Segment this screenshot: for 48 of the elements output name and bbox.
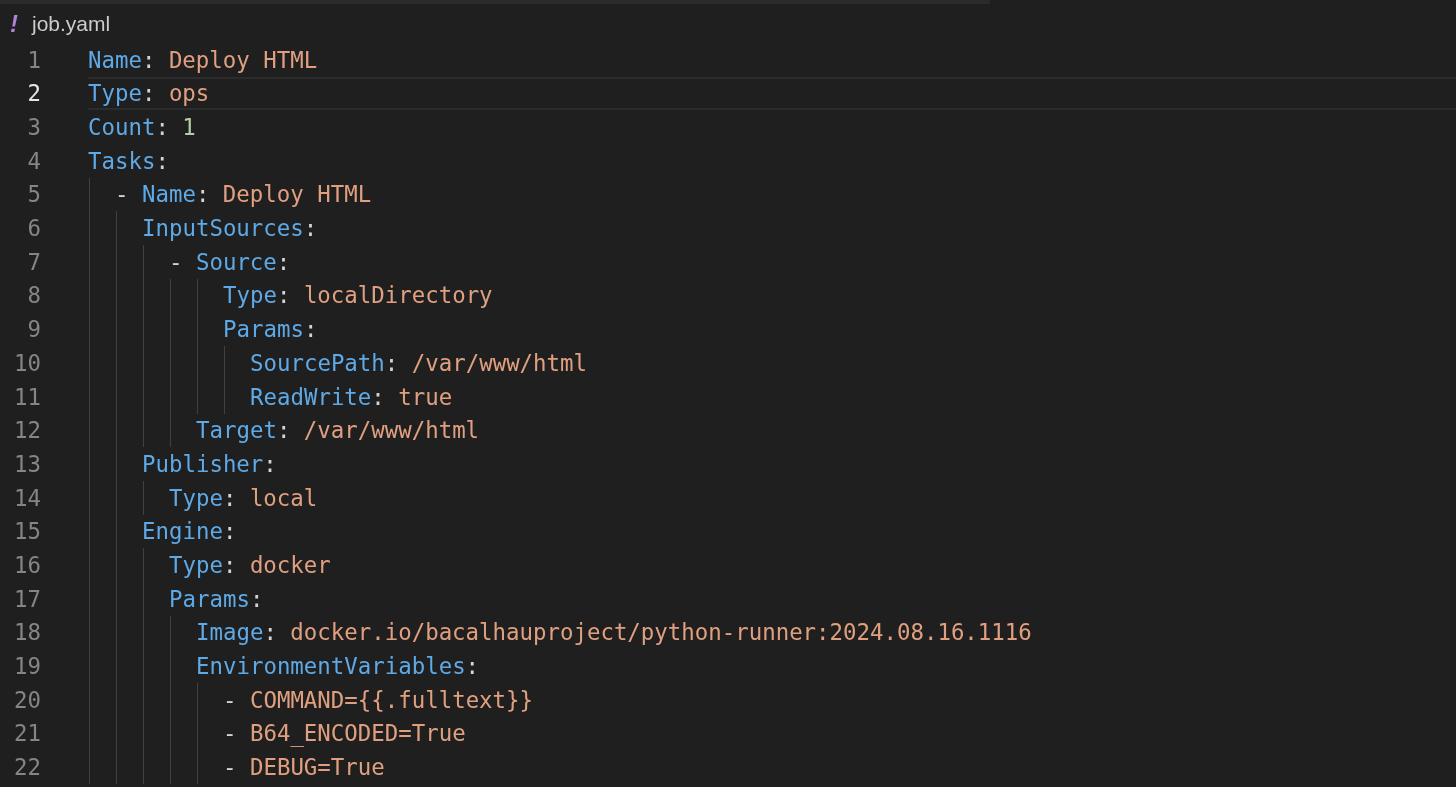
code-line: SourcePath: /var/www/html <box>250 351 587 375</box>
code-line: Params: <box>169 587 264 611</box>
line-number: 6 <box>26 217 41 240</box>
line-number: 20 <box>13 688 41 712</box>
line-number: 22 <box>13 756 41 779</box>
line-number: 1 <box>26 48 41 72</box>
line-number: 19 <box>13 655 41 678</box>
line-number: 3 <box>26 116 41 139</box>
code-line: - Name: Deploy HTML <box>115 183 372 206</box>
code-line: Publisher: <box>142 452 277 476</box>
line-number: 13 <box>13 452 41 476</box>
line-number: 12 <box>13 419 41 442</box>
indent-guide <box>143 480 144 515</box>
editor-tab[interactable]: ! job.yaml <box>0 4 1456 43</box>
code-line: Type: docker <box>169 553 331 577</box>
code-line: Type: localDirectory <box>223 284 493 307</box>
code-line: Count: 1 <box>88 116 196 139</box>
code-line: Type: ops <box>88 82 210 105</box>
line-number: 7 <box>26 250 41 274</box>
line-number: 8 <box>26 284 41 307</box>
code-line: - DEBUG=True <box>223 756 385 779</box>
code-line: Params: <box>223 318 318 341</box>
code-line: Name: Deploy HTML <box>88 48 318 72</box>
code-line: - B64_ENCODED=True <box>223 722 466 745</box>
code-line: Engine: <box>142 520 237 543</box>
line-number: 11 <box>13 385 41 408</box>
code-line: - COMMAND={{.fulltext}} <box>223 688 534 712</box>
line-number: 10 <box>13 351 41 375</box>
code-line: EnvironmentVariables: <box>196 655 480 678</box>
code-line: - Source: <box>169 250 291 274</box>
yaml-file-icon: ! <box>10 11 18 36</box>
code-line: InputSources: <box>142 217 318 240</box>
line-number: 21 <box>13 722 41 745</box>
line-number: 2 <box>26 82 41 105</box>
code-line: ReadWrite: true <box>250 385 453 408</box>
code-line: Type: local <box>169 486 318 509</box>
line-number: 15 <box>13 520 41 543</box>
line-number: 16 <box>13 553 41 577</box>
line-number: 5 <box>26 183 41 206</box>
line-number: 17 <box>13 587 41 611</box>
code-line: Tasks: <box>88 149 169 173</box>
tab-title: job.yaml <box>32 10 111 37</box>
line-number: 18 <box>13 621 41 644</box>
line-number: 4 <box>26 149 41 173</box>
code-line: Target: /var/www/html <box>196 419 480 442</box>
line-number: 9 <box>26 318 41 341</box>
code-line: Image: docker.io/bacalhauproject/python-runner:2024.08.16.1116 <box>196 621 1032 644</box>
line-number: 14 <box>13 486 41 509</box>
